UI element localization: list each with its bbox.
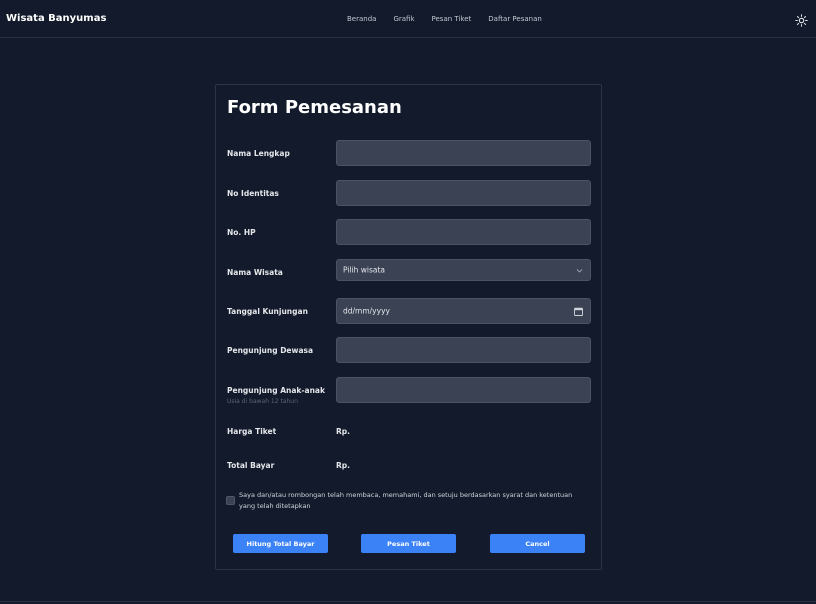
nama-wisata-selected: Pilih wisata: [343, 265, 386, 275]
harga-tiket-value: Rp.: [336, 427, 350, 436]
label-harga-tiket: Harga Tiket: [227, 427, 277, 436]
nav-link-daftar-pesanan[interactable]: Daftar Pesanan: [488, 15, 542, 23]
anak-age-hint: Usia di bawah 12 tahun: [227, 398, 298, 405]
brand-title[interactable]: Wisata Banyumas: [6, 13, 106, 24]
no-identitas-input[interactable]: [336, 180, 591, 206]
nama-lengkap-input[interactable]: [336, 140, 591, 166]
hitung-total-button[interactable]: Hitung Total Bayar: [233, 534, 328, 553]
sun-icon[interactable]: [795, 12, 808, 27]
label-nama-lengkap: Nama Lengkap: [227, 149, 290, 158]
pesan-tiket-button[interactable]: Pesan Tiket: [361, 534, 456, 553]
nav-link-beranda[interactable]: Beranda: [347, 15, 376, 23]
tanggal-kunjungan-input[interactable]: dd/mm/yyyy: [336, 298, 591, 324]
nav-link-pesan-tiket[interactable]: Pesan Tiket: [432, 15, 472, 23]
form-title: Form Pemesanan: [227, 97, 402, 118]
cancel-button[interactable]: Cancel: [490, 534, 585, 553]
bottom-divider: [0, 601, 816, 602]
nav-links: Beranda Grafik Pesan Tiket Daftar Pesana…: [347, 15, 542, 23]
label-total-bayar: Total Bayar: [227, 461, 275, 470]
nama-wisata-select[interactable]: Pilih wisata: [336, 259, 591, 281]
navbar: Wisata Banyumas Beranda Grafik Pesan Tik…: [0, 0, 816, 38]
label-tanggal-kunjungan: Tanggal Kunjungan: [227, 307, 308, 316]
total-bayar-value: Rp.: [336, 461, 350, 470]
label-no-hp: No. HP: [227, 228, 256, 237]
no-hp-input[interactable]: [336, 219, 591, 245]
pengunjung-dewasa-input[interactable]: [336, 337, 591, 363]
calendar-icon[interactable]: [574, 307, 583, 316]
pengunjung-anak-input[interactable]: [336, 377, 591, 403]
chevron-down-icon: [576, 269, 583, 273]
agreement-checkbox[interactable]: [226, 496, 235, 505]
booking-form-card: Form Pemesanan Nama Lengkap No Identitas…: [215, 84, 602, 570]
agreement-text: Saya dan/atau rombongan telah membaca, m…: [239, 491, 573, 510]
date-placeholder: dd/mm/yyyy: [343, 306, 390, 316]
label-nama-wisata: Nama Wisata: [227, 268, 283, 277]
label-no-identitas: No Identitas: [227, 189, 279, 198]
nav-link-grafik[interactable]: Grafik: [393, 15, 414, 23]
label-pengunjung-dewasa: Pengunjung Dewasa: [227, 346, 314, 355]
label-pengunjung-anak: Pengunjung Anak-anak: [227, 386, 325, 395]
